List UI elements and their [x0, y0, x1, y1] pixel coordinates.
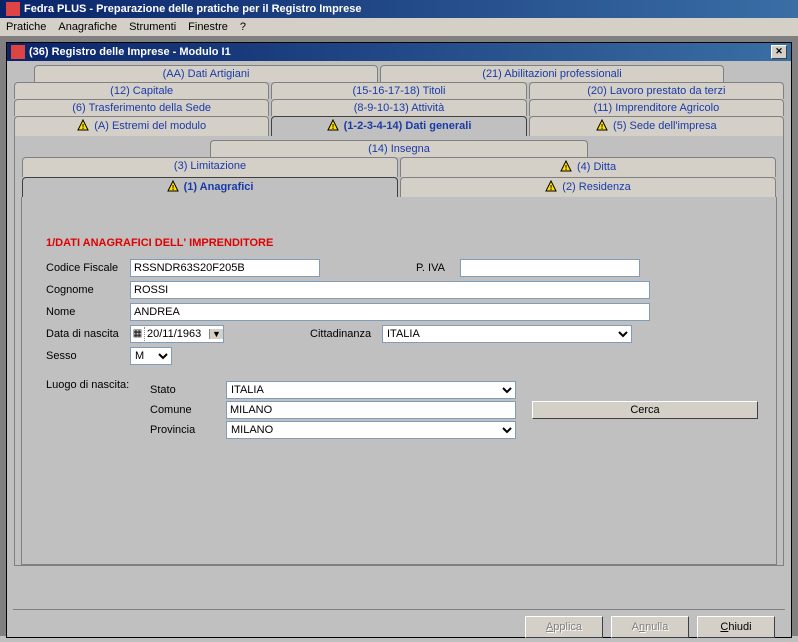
data-nascita-input[interactable] — [145, 328, 209, 340]
menu-anagrafiche[interactable]: Anagrafiche — [58, 21, 117, 33]
label-sesso: Sesso — [40, 350, 130, 362]
nome-input[interactable] — [130, 303, 650, 321]
sesso-select[interactable]: M — [130, 347, 172, 365]
svg-text:!: ! — [171, 185, 173, 192]
cerca-button[interactable]: Cerca — [532, 401, 758, 419]
mdi-window: (36) Registro delle Imprese - Modulo I1 … — [6, 42, 792, 638]
warning-icon: ! — [167, 180, 179, 195]
label-stato: Stato — [150, 384, 220, 396]
codice-fiscale-input[interactable] — [130, 259, 320, 277]
app-title: Fedra PLUS - Preparazione delle pratiche… — [24, 3, 361, 15]
annulla-button[interactable]: Annulla — [611, 616, 689, 638]
svg-text:!: ! — [331, 124, 333, 131]
tab-dati-generali[interactable]: ! (1-2-3-4-14) Dati generali — [271, 116, 526, 136]
chiudi-button[interactable]: Chiudi — [697, 616, 775, 638]
warning-icon: ! — [560, 160, 572, 175]
svg-text:!: ! — [601, 124, 603, 131]
mdi-title: (36) Registro delle Imprese - Modulo I1 — [29, 46, 231, 58]
applica-button[interactable]: Applica — [525, 616, 603, 638]
tab-4-ditta[interactable]: ! (4) Ditta — [400, 157, 776, 177]
label-data-nascita: Data di nascita — [40, 328, 130, 340]
menu-pratiche[interactable]: Pratiche — [6, 21, 46, 33]
mdi-titlebar: (36) Registro delle Imprese - Modulo I1 … — [7, 43, 791, 61]
label-luogo-nascita: Luogo di nascita: — [40, 379, 150, 391]
tab-aa-artigiani[interactable]: (AA) Dati Artigiani — [34, 65, 378, 82]
label-comune: Comune — [150, 404, 220, 416]
comune-input[interactable] — [226, 401, 516, 419]
tab-6-trasferimento[interactable]: (6) Trasferimento della Sede — [14, 99, 269, 116]
calendar-icon[interactable]: ▦ — [131, 327, 145, 341]
label-codice-fiscale: Codice Fiscale — [40, 262, 130, 274]
warning-icon: ! — [596, 119, 608, 134]
menu-strumenti[interactable]: Strumenti — [129, 21, 176, 33]
tab-3-limitazione[interactable]: (3) Limitazione — [22, 157, 398, 177]
tab-14-insegna[interactable]: (14) Insegna — [210, 140, 588, 157]
warning-icon: ! — [77, 119, 89, 134]
svg-text:!: ! — [550, 185, 552, 192]
cognome-input[interactable] — [130, 281, 650, 299]
tab-20-lavoro-terzi[interactable]: (20) Lavoro prestato da terzi — [529, 82, 784, 99]
svg-text:!: ! — [82, 124, 84, 131]
app-icon — [6, 2, 20, 16]
close-button[interactable]: ✕ — [771, 45, 787, 59]
mdi-area: (36) Registro delle Imprese - Modulo I1 … — [0, 36, 798, 636]
tab-1-anagrafici[interactable]: ! (1) Anagrafici — [22, 177, 398, 197]
warning-icon: ! — [327, 119, 339, 134]
chevron-down-icon[interactable]: ▼ — [209, 329, 223, 339]
app-menubar: Pratiche Anagrafiche Strumenti Finestre … — [0, 18, 798, 36]
tab-2-residenza[interactable]: ! (2) Residenza — [400, 177, 776, 197]
section-title: 1/DATI ANAGRAFICI DELL' IMPRENDITORE — [46, 237, 758, 249]
label-nome: Nome — [40, 306, 130, 318]
menu-help[interactable]: ? — [240, 21, 246, 33]
piva-input[interactable] — [460, 259, 640, 277]
app-titlebar: Fedra PLUS - Preparazione delle pratiche… — [0, 0, 798, 18]
svg-text:!: ! — [565, 165, 567, 172]
label-piva: P. IVA — [410, 262, 460, 274]
label-provincia: Provincia — [150, 424, 220, 436]
tab-21-abilitazioni[interactable]: (21) Abilitazioni professionali — [380, 65, 724, 82]
tab-a-estremi[interactable]: ! (A) Estremi del modulo — [14, 116, 269, 136]
cittadinanza-select[interactable]: ITALIA — [382, 325, 632, 343]
data-nascita-picker[interactable]: ▦ ▼ — [130, 325, 224, 343]
footer-bar: Applica Annulla Chiudi — [13, 609, 785, 642]
tab-5-sede[interactable]: ! (5) Sede dell'impresa — [529, 116, 784, 136]
label-cognome: Cognome — [40, 284, 130, 296]
tab-titoli[interactable]: (15-16-17-18) Titoli — [271, 82, 526, 99]
stato-select[interactable]: ITALIA — [226, 381, 516, 399]
tab-attivita[interactable]: (8-9-10-13) Attività — [271, 99, 526, 116]
mdi-icon — [11, 45, 25, 59]
tab-11-imprenditore-agricolo[interactable]: (11) Imprenditore Agricolo — [529, 99, 784, 116]
provincia-select[interactable]: MILANO — [226, 421, 516, 439]
menu-finestre[interactable]: Finestre — [188, 21, 228, 33]
warning-icon: ! — [545, 180, 557, 195]
label-cittadinanza: Cittadinanza — [304, 328, 382, 340]
tab-12-capitale[interactable]: (12) Capitale — [14, 82, 269, 99]
